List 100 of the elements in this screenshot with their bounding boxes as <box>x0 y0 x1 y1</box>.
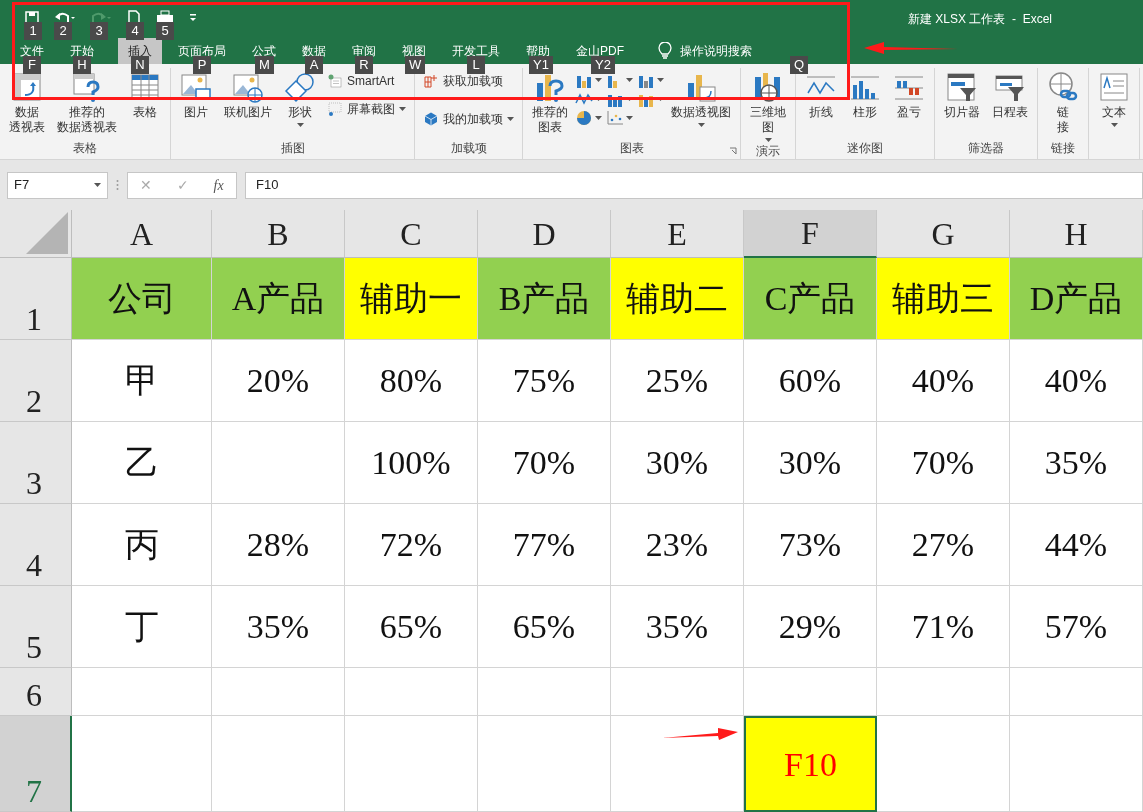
line-chart-icon[interactable] <box>575 91 593 107</box>
table-cell: 71% <box>877 586 1010 668</box>
column-header[interactable]: G <box>877 210 1010 258</box>
table-cell: 65% <box>345 586 478 668</box>
dialog-launcher-icon[interactable] <box>729 147 737 155</box>
column-header[interactable]: F <box>744 210 877 258</box>
table-cell: 77% <box>478 504 611 586</box>
ribbon-button[interactable]: 文本 <box>1093 68 1135 127</box>
button-label: 盈亏 <box>897 105 921 120</box>
group-label: 插图 <box>280 140 305 157</box>
table-cell: 27% <box>877 504 1010 586</box>
ribbon-button[interactable]: 柱形 <box>844 68 886 120</box>
table-cell: 40% <box>877 340 1010 422</box>
slicer-filter-icon <box>946 71 978 103</box>
keytip-tooltip: N <box>131 56 149 74</box>
tell-me-search[interactable]: 操作说明搜索 <box>656 38 754 64</box>
group-label: 图表 <box>619 140 644 157</box>
column-header[interactable]: D <box>478 210 611 258</box>
row-header[interactable]: 7 <box>0 716 72 812</box>
button-label: 透视表 <box>9 120 45 135</box>
table-cell: 100% <box>345 422 478 504</box>
group-label: 筛选器 <box>968 140 1004 157</box>
button-label: 接 <box>1057 120 1069 135</box>
globe-link-icon <box>1047 71 1079 103</box>
button-label: 表格 <box>133 105 157 120</box>
button-label: 柱形 <box>853 105 877 120</box>
table-cell: 40% <box>1010 340 1143 422</box>
row-header[interactable]: 3 <box>0 422 72 504</box>
keytip-tooltip: L <box>467 56 485 74</box>
keytip-tooltip: 5 <box>156 22 174 40</box>
pie-chart-icon[interactable] <box>575 110 593 126</box>
table-cell: 乙 <box>72 422 212 504</box>
smartart-icon <box>327 73 343 89</box>
table-cell: 28% <box>212 504 345 586</box>
addins-grid-icon <box>423 73 439 89</box>
table-cell: B产品 <box>478 258 611 340</box>
keytip-tooltip: 3 <box>90 22 108 40</box>
table-cell: 30% <box>744 422 877 504</box>
group-label: 表格 <box>73 140 97 157</box>
keytip-tooltip: M <box>255 56 274 74</box>
caret-icon <box>296 123 304 127</box>
caret-icon <box>764 138 772 142</box>
button-label: 切片器 <box>944 105 980 120</box>
row-header[interactable]: 1 <box>0 258 72 340</box>
insert-function-button[interactable]: fx <box>213 174 224 196</box>
table-cell: 丙 <box>72 504 212 586</box>
button-label: 图表 <box>538 120 562 135</box>
customize-caret-icon[interactable] <box>188 12 198 24</box>
name-box[interactable]: F7 <box>7 171 108 199</box>
button-label: 三维地 <box>750 105 786 120</box>
keytip-tooltip: 4 <box>126 22 144 40</box>
column-header[interactable]: A <box>72 210 212 258</box>
ribbon-button[interactable]: 三维地 图 <box>745 68 791 142</box>
keytip-tooltip: Q <box>790 56 809 74</box>
drag-handle-icon <box>116 179 119 191</box>
table-cell: A产品 <box>212 258 345 340</box>
ribbon-button[interactable]: 日程表 <box>987 68 1033 120</box>
caret-icon <box>399 107 406 111</box>
button-label: 数据透视图 <box>671 105 731 120</box>
column-header[interactable]: B <box>212 210 345 258</box>
table-cell: 29% <box>744 586 877 668</box>
button-label: 折线 <box>809 105 833 120</box>
caret-icon <box>657 78 664 82</box>
caret-icon <box>595 97 602 101</box>
caret-icon <box>507 117 514 121</box>
column-header[interactable]: C <box>345 210 478 258</box>
table-cell: 60% <box>744 340 877 422</box>
table-cell: 75% <box>478 340 611 422</box>
screenshot-icon <box>327 101 343 117</box>
row-header[interactable]: 4 <box>0 504 72 586</box>
button-label: 推荐的 <box>532 105 568 120</box>
table-cell: 65% <box>478 586 611 668</box>
formula-field[interactable]: F10 <box>245 171 1143 199</box>
caret-icon <box>595 116 602 120</box>
column-header[interactable]: H <box>1010 210 1143 258</box>
table-cell: 甲 <box>72 340 212 422</box>
ribbon-button[interactable]: 链 接 <box>1042 68 1084 135</box>
table-cell: C产品 <box>744 258 877 340</box>
keytip-tooltip: R <box>355 56 373 74</box>
column-header[interactable]: E <box>611 210 744 258</box>
ribbon-button[interactable]: 切片器 <box>939 68 985 120</box>
row-header[interactable]: 2 <box>0 340 72 422</box>
caret-icon <box>94 183 101 187</box>
scatter-chart-icon[interactable] <box>606 110 624 126</box>
table-cell: 35% <box>611 586 744 668</box>
ribbon-button[interactable]: 数据透视图 <box>666 68 736 127</box>
group-label: 链接 <box>1051 140 1075 157</box>
row-header[interactable]: 5 <box>0 586 72 668</box>
table-cell: 丁 <box>72 586 212 668</box>
caret-icon <box>626 97 633 101</box>
group-label: 演示 <box>756 143 780 160</box>
button-label: 数据 <box>15 105 39 120</box>
keytip-tooltip: A <box>305 56 323 74</box>
table-cell: 72% <box>345 504 478 586</box>
window-title: 新建 XLSX 工作表 - Excel <box>908 11 1053 28</box>
caret-icon <box>657 97 664 101</box>
row-header[interactable]: 6 <box>0 668 72 716</box>
table-cell: 辅助一 <box>345 258 478 340</box>
ribbon-button[interactable]: 盈亏 <box>888 68 930 120</box>
keytip-tooltip: H <box>73 56 91 74</box>
